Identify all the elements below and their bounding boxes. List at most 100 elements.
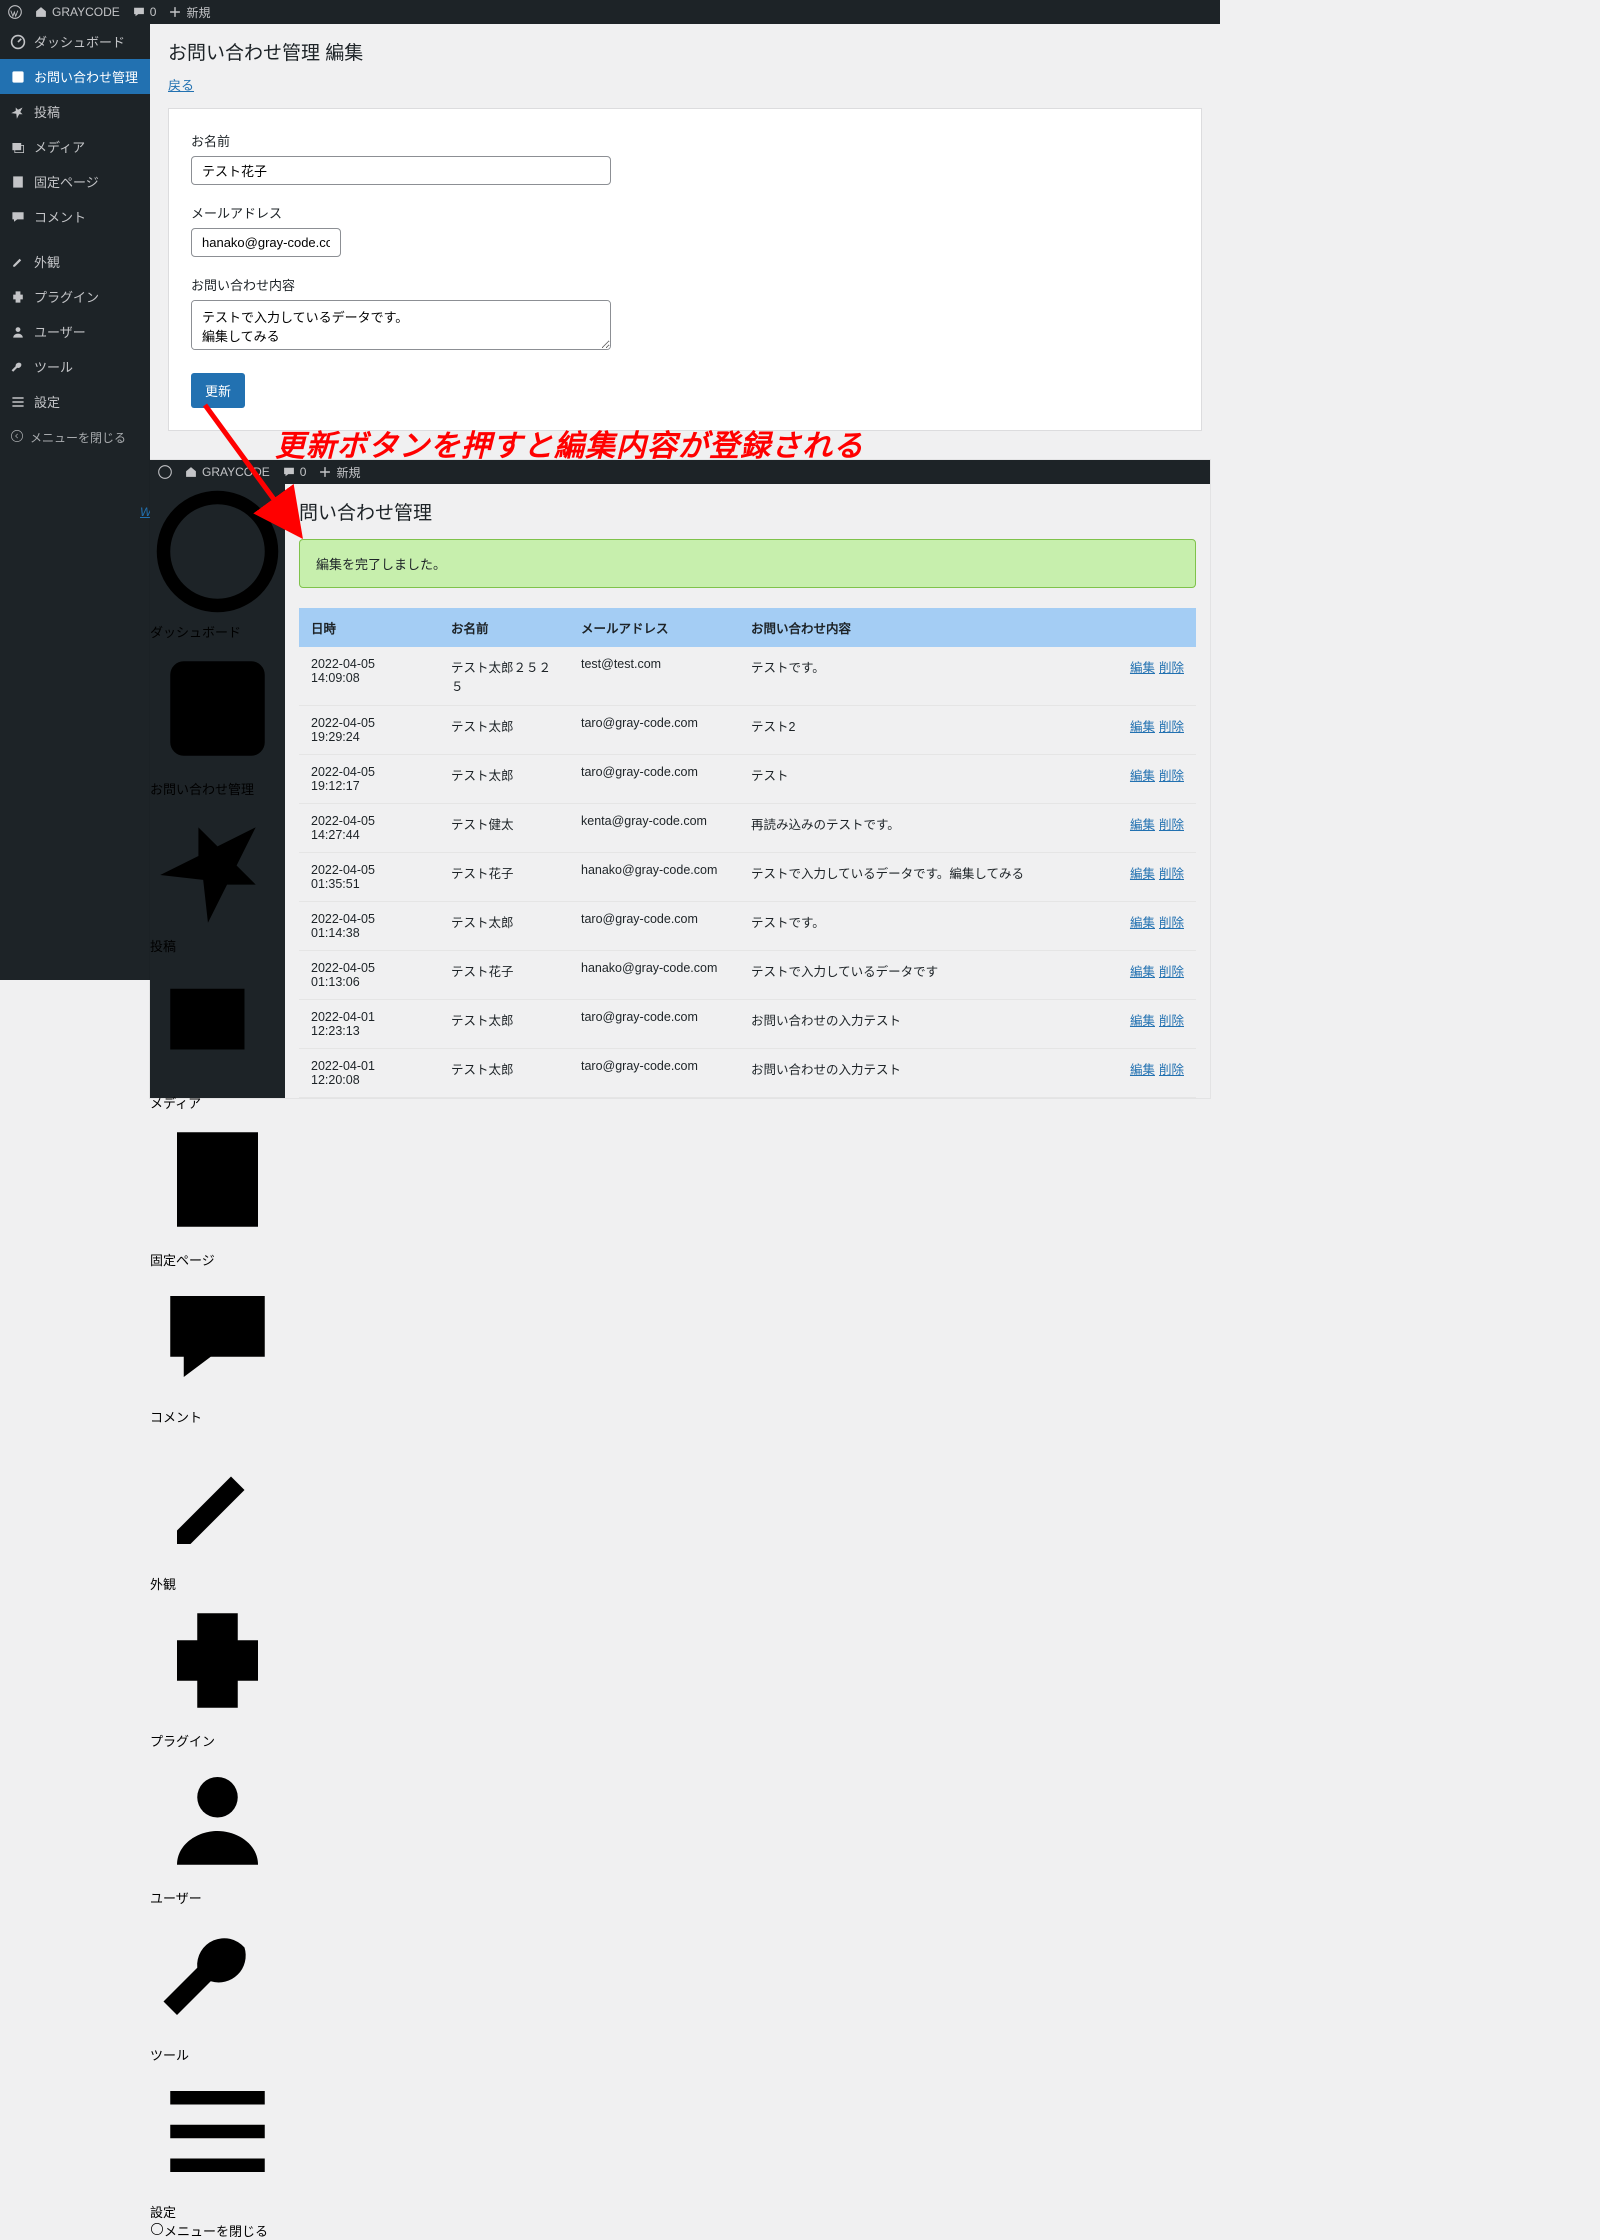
pin-icon (10, 104, 26, 120)
page-title: お問い合わせ管理 編集 (168, 38, 1202, 65)
new-link[interactable]: 新規 (318, 464, 360, 481)
menu-label: ツール (150, 2048, 189, 2063)
delete-link[interactable]: 削除 (1159, 965, 1184, 979)
menu-plugins[interactable]: プラグイン (150, 1593, 285, 1750)
wp-logo[interactable] (158, 465, 172, 479)
menu-dashboard[interactable]: ダッシュボード (150, 484, 285, 641)
cell-body: テストです。 (739, 647, 1106, 706)
menu-comments[interactable]: コメント (0, 199, 150, 234)
cell-actions: 編集削除 (1106, 1049, 1196, 1098)
table-row: 2022-04-01 12:23:13テスト太郎taro@gray-code.c… (299, 1000, 1196, 1049)
menu-label: メディア (34, 137, 85, 156)
menu-posts[interactable]: 投稿 (150, 798, 285, 955)
cell-actions: 編集削除 (1106, 902, 1196, 951)
name-input[interactable] (191, 156, 611, 185)
page-icon (10, 174, 26, 190)
col-name: お名前 (439, 608, 569, 647)
cell-name: テスト花子 (439, 951, 569, 1000)
edit-link[interactable]: 編集 (1130, 720, 1155, 734)
collapse-menu[interactable]: メニューを閉じる (0, 419, 150, 456)
menu-dashboard[interactable]: ダッシュボード (0, 24, 150, 59)
sliders-icon (10, 394, 26, 410)
plugin-icon (10, 289, 26, 305)
brush-icon (10, 254, 26, 270)
edit-link[interactable]: 編集 (1130, 1063, 1155, 1077)
home-icon (34, 5, 48, 19)
comments-link[interactable]: 0 (132, 5, 157, 19)
edit-link[interactable]: 編集 (1130, 916, 1155, 930)
cell-date: 2022-04-05 01:35:51 (299, 853, 439, 902)
delete-link[interactable]: 削除 (1159, 720, 1184, 734)
new-label: 新規 (186, 4, 210, 21)
cell-email: taro@gray-code.com (569, 1049, 739, 1098)
cell-date: 2022-04-05 19:29:24 (299, 706, 439, 755)
collapse-menu[interactable]: メニューを閉じる (150, 2221, 285, 2240)
delete-link[interactable]: 削除 (1159, 916, 1184, 930)
menu-users[interactable]: ユーザー (150, 1750, 285, 1907)
user-icon (10, 324, 26, 340)
menu-pages[interactable]: 固定ページ (0, 164, 150, 199)
site-name-link[interactable]: GRAYCODE (184, 465, 270, 479)
menu-media[interactable]: メディア (150, 955, 285, 1112)
menu-users[interactable]: ユーザー (0, 314, 150, 349)
menu-comments[interactable]: コメント (150, 1269, 285, 1426)
cell-body: 再読み込みのテストです。 (739, 804, 1106, 853)
new-link[interactable]: 新規 (168, 4, 210, 21)
cell-email: taro@gray-code.com (569, 706, 739, 755)
menu-label: 投稿 (150, 939, 176, 954)
edit-link[interactable]: 編集 (1130, 769, 1155, 783)
cell-email: kenta@gray-code.com (569, 804, 739, 853)
comments-count: 0 (300, 465, 307, 479)
table-row: 2022-04-05 01:13:06テスト花子hanako@gray-code… (299, 951, 1196, 1000)
collapse-label: メニューを閉じる (164, 2224, 268, 2239)
site-name-link[interactable]: GRAYCODE (34, 5, 120, 19)
back-link[interactable]: 戻る (168, 75, 194, 94)
cell-email: hanako@gray-code.com (569, 951, 739, 1000)
menu-tools[interactable]: ツール (150, 1907, 285, 2064)
delete-link[interactable]: 削除 (1159, 1014, 1184, 1028)
comment-icon (10, 209, 26, 225)
delete-link[interactable]: 削除 (1159, 867, 1184, 881)
edit-link[interactable]: 編集 (1130, 818, 1155, 832)
cell-date: 2022-04-05 01:13:06 (299, 951, 439, 1000)
edit-link[interactable]: 編集 (1130, 965, 1155, 979)
menu-label: 設定 (34, 392, 60, 411)
cell-date: 2022-04-05 19:12:17 (299, 755, 439, 804)
menu-media[interactable]: メディア (0, 129, 150, 164)
menu-appearance[interactable]: 外観 (0, 244, 150, 279)
cell-actions: 編集削除 (1106, 706, 1196, 755)
wp-logo[interactable] (8, 5, 22, 19)
delete-link[interactable]: 削除 (1159, 1063, 1184, 1077)
email-input[interactable] (191, 228, 341, 257)
menu-pages[interactable]: 固定ページ (150, 1112, 285, 1269)
body-textarea[interactable] (191, 300, 611, 350)
menu-settings[interactable]: 設定 (0, 384, 150, 419)
cell-name: テスト健太 (439, 804, 569, 853)
comment-icon (150, 1269, 285, 1404)
new-label: 新規 (336, 464, 360, 481)
edit-link[interactable]: 編集 (1130, 661, 1155, 675)
update-button[interactable]: 更新 (191, 373, 245, 408)
menu-contact[interactable]: お問い合わせ管理 (150, 641, 285, 798)
site-title: GRAYCODE (52, 5, 120, 19)
menu-settings[interactable]: 設定 (150, 2064, 285, 2221)
menu-plugins[interactable]: プラグイン (0, 279, 150, 314)
menu-appearance[interactable]: 外観 (150, 1436, 285, 1593)
table-row: 2022-04-05 01:35:51テスト花子hanako@gray-code… (299, 853, 1196, 902)
delete-link[interactable]: 削除 (1159, 769, 1184, 783)
delete-link[interactable]: 削除 (1159, 818, 1184, 832)
comments-link[interactable]: 0 (282, 465, 307, 479)
menu-contact[interactable]: お問い合わせ管理 (0, 59, 150, 94)
edit-link[interactable]: 編集 (1130, 1014, 1155, 1028)
delete-link[interactable]: 削除 (1159, 661, 1184, 675)
menu-posts[interactable]: 投稿 (0, 94, 150, 129)
edit-link[interactable]: 編集 (1130, 867, 1155, 881)
edit-form-page: お問い合わせ管理 編集 戻る お名前 メールアドレス お問い合わせ内容 更新 (150, 24, 1220, 445)
menu-tools[interactable]: ツール (0, 349, 150, 384)
col-email: メールアドレス (569, 608, 739, 647)
page-icon (150, 1112, 285, 1247)
wrench-icon (10, 359, 26, 375)
menu-label: コメント (34, 207, 86, 226)
name-label: お名前 (191, 131, 1179, 150)
success-notice: 編集を完了しました。 (299, 539, 1196, 588)
